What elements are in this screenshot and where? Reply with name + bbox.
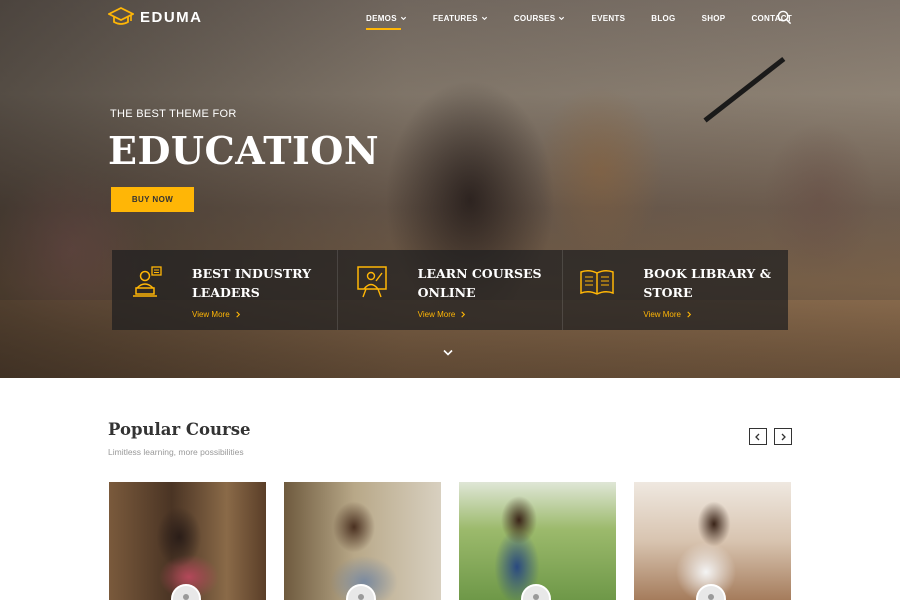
course-card[interactable] [634, 482, 791, 600]
carousel-next-button[interactable] [774, 428, 792, 445]
nav-item-label: COURSES [513, 13, 556, 23]
feature-box: LEARN COURSES ONLINE View More [336, 250, 563, 330]
presentation-board-icon [356, 266, 387, 298]
chevron-right-icon [687, 311, 692, 318]
chevron-down-icon[interactable] [442, 348, 454, 358]
section-subtitle: Limitless learning, more possibilities [108, 447, 244, 457]
feature-boxes: BEST INDUSTRY LEADERS View More LEARN CO… [112, 250, 789, 330]
hero-subtitle: THE BEST THEME FOR [110, 108, 237, 120]
feature-title: BOOK LIBRARY & STORE [643, 266, 771, 300]
teacher-laptop-icon [133, 266, 162, 297]
carousel-prev-button[interactable] [749, 428, 767, 445]
feature-view-more-link[interactable]: View More [192, 310, 332, 319]
chevron-down-icon [559, 16, 565, 20]
hero-title: EDUCATION [108, 128, 380, 173]
chevron-down-icon [481, 16, 487, 20]
main-nav: DEMOS FEATURES COURSES EVENTS BLOG SHOP … [366, 10, 818, 30]
course-card[interactable] [109, 482, 266, 600]
chevron-right-icon [461, 311, 466, 318]
logo-text: EDUMA [140, 8, 203, 26]
course-thumbnail [109, 482, 266, 600]
nav-item-label: BLOG [651, 13, 676, 23]
feature-title: BEST INDUSTRY LEADERS [192, 266, 312, 300]
user-icon [183, 594, 189, 600]
nav-item-courses[interactable]: COURSES [514, 14, 566, 23]
nav-item-blog[interactable]: BLOG [651, 14, 675, 23]
feature-box: BEST INDUSTRY LEADERS View More [112, 250, 337, 330]
feature-title: LEARN COURSES ONLINE [417, 266, 542, 300]
chevron-right-icon [781, 433, 786, 440]
user-icon [358, 594, 364, 600]
buy-now-button[interactable]: BUY NOW [111, 187, 194, 212]
course-card[interactable] [459, 482, 616, 600]
feature-view-more-link[interactable]: View More [643, 310, 783, 319]
chevron-right-icon [235, 311, 240, 318]
feature-link-label: View More [643, 310, 681, 319]
user-icon [533, 594, 539, 600]
graduation-cap-icon [108, 6, 134, 25]
nav-item-label: EVENTS [591, 13, 626, 23]
feature-link-label: View More [192, 310, 230, 319]
feature-link-label: View More [417, 310, 456, 319]
feature-view-more-link[interactable]: View More [418, 310, 558, 319]
site-logo[interactable]: EDUMA [108, 6, 203, 28]
section-title: Popular Course [108, 420, 251, 439]
nav-item-events[interactable]: EVENTS [591, 14, 625, 23]
course-thumbnail [634, 482, 791, 600]
course-card[interactable] [284, 482, 441, 600]
chevron-left-icon [755, 433, 760, 440]
course-thumbnail [284, 482, 441, 600]
course-carousel [109, 482, 791, 600]
nav-item-demos[interactable]: DEMOS [366, 13, 407, 30]
course-thumbnail [459, 482, 616, 600]
nav-item-label: SHOP [701, 13, 726, 23]
chevron-down-icon [400, 16, 406, 20]
open-book-icon [580, 269, 615, 295]
feature-box: BOOK LIBRARY & STORE View More [562, 250, 789, 330]
nav-item-features[interactable]: FEATURES [433, 14, 488, 23]
nav-item-label: FEATURES [432, 13, 478, 23]
search-icon[interactable] [777, 10, 792, 25]
nav-item-shop[interactable]: SHOP [702, 14, 726, 23]
user-icon [708, 594, 714, 600]
nav-item-label: DEMOS [366, 13, 397, 23]
